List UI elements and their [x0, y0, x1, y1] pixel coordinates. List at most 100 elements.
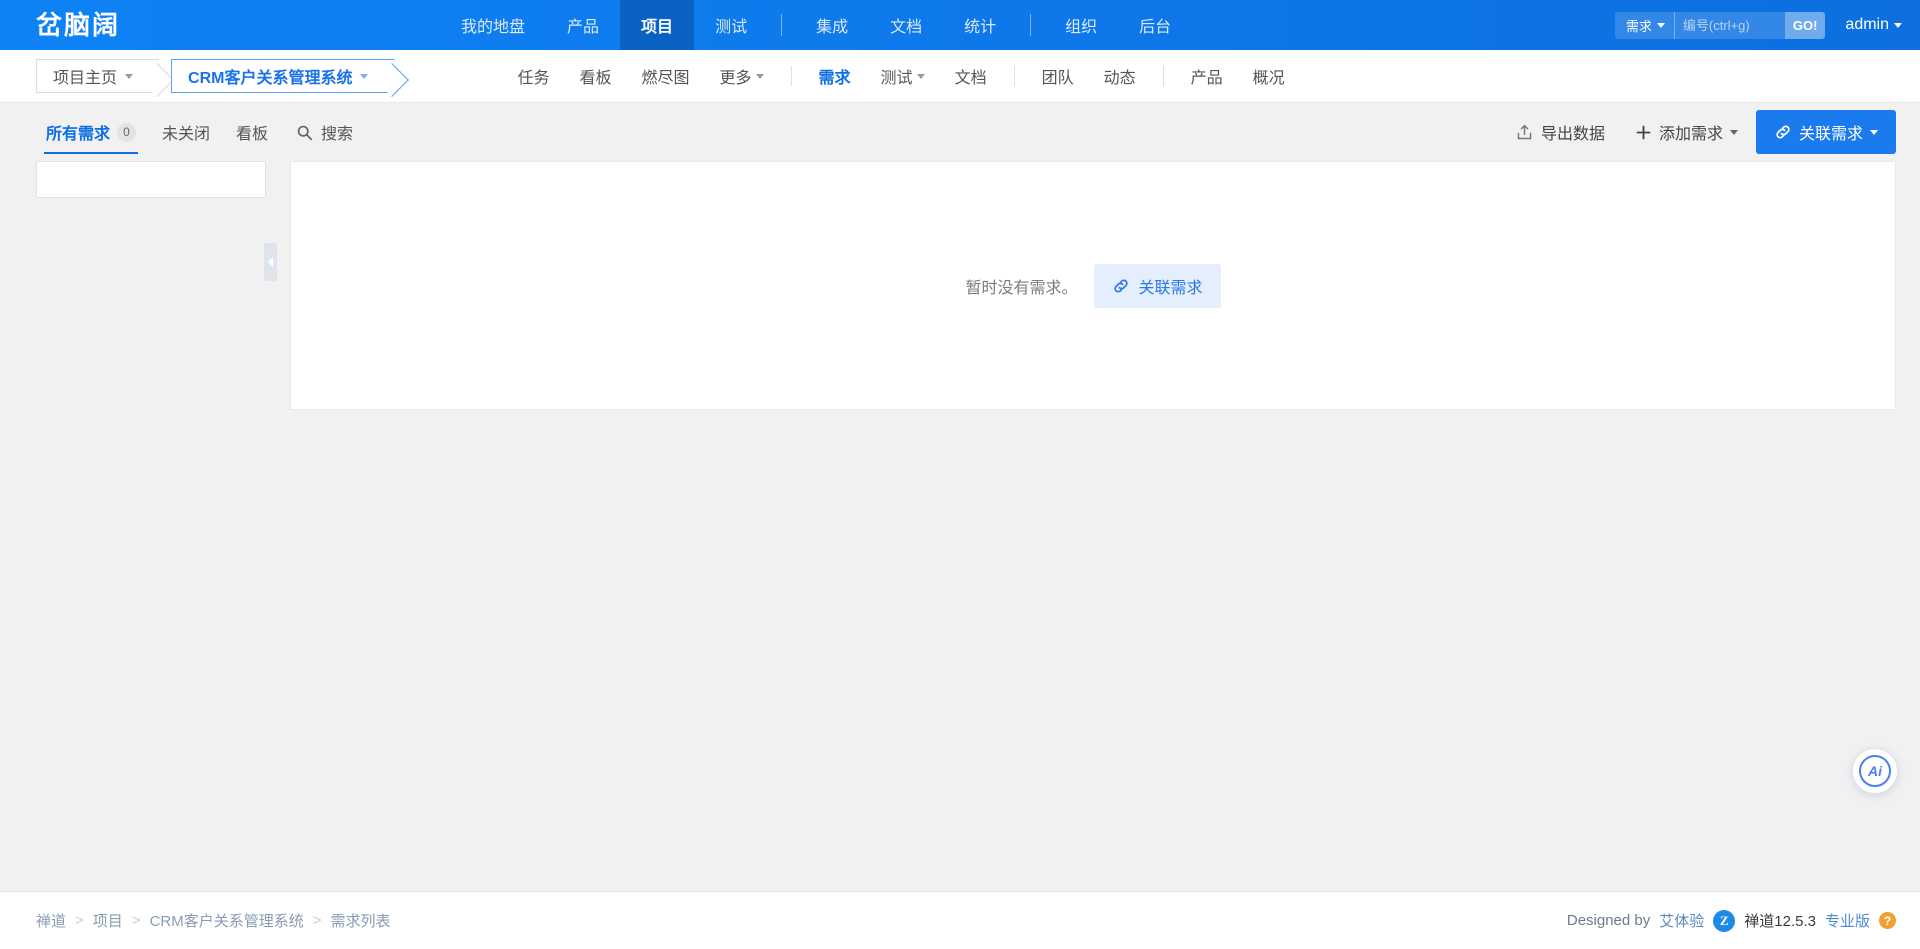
primary-nav: 我的地盘 产品 项目 测试 集成 文档 统计 组织 后台	[440, 0, 1192, 50]
nav-item-1[interactable]: 产品	[546, 0, 620, 50]
project-nav-item-10[interactable]: 概况	[1238, 50, 1300, 103]
search-toggle[interactable]: 搜索	[286, 114, 363, 150]
export-icon	[1515, 123, 1534, 142]
search-icon	[296, 124, 313, 141]
product-version-label: 禅道12.5.3	[1744, 913, 1816, 930]
nav-item-3[interactable]: 测试	[694, 0, 768, 50]
view-tab-label: 看板	[236, 126, 269, 143]
breadcrumb-item-1[interactable]: CRM客户关系管理系统	[171, 59, 395, 93]
zentao-logo-icon: Z	[1713, 909, 1736, 932]
nav-item-8[interactable]: 后台	[1118, 0, 1192, 50]
footer-breadcrumb-item-1[interactable]: 项目	[93, 910, 123, 931]
project-nav-item-6[interactable]: 文档	[940, 50, 1002, 103]
chevron-down-icon	[916, 73, 925, 79]
footer-breadcrumb: 禅道 > 项目 > CRM客户关系管理系统 > 需求列表	[36, 910, 391, 931]
nav-item-7[interactable]: 组织	[1044, 0, 1118, 50]
chevron-down-icon	[1894, 22, 1902, 28]
add-story-button[interactable]: 添加需求	[1623, 112, 1750, 152]
nav-divider	[781, 14, 783, 36]
header-right-area: 需求 GO! admin	[1614, 0, 1902, 50]
list-toolbar: 所有需求 0 未关闭 看板 搜索 导出数据 添加需求 关联需求	[0, 103, 1920, 161]
global-search: 需求 GO!	[1614, 11, 1826, 39]
breadcrumb-item-0[interactable]: 项目主页	[36, 59, 160, 93]
link-icon	[1112, 277, 1130, 295]
project-nav-label: 看板	[579, 70, 612, 87]
project-nav-item-8[interactable]: 动态	[1089, 50, 1151, 103]
project-nav-label: 概况	[1252, 70, 1285, 87]
link-story-label: 关联需求	[1798, 126, 1863, 143]
project-nav-item-4[interactable]: 需求	[804, 50, 866, 103]
chevron-down-icon	[1656, 22, 1665, 28]
nav-item-6[interactable]: 统计	[943, 0, 1017, 50]
tab-active-underline	[44, 152, 139, 154]
module-sidebar	[36, 161, 277, 410]
footer-breadcrumb-item-3[interactable]: 需求列表	[331, 910, 391, 931]
view-tabs: 所有需求 0 未关闭 看板	[36, 114, 278, 154]
nav-item-0[interactable]: 我的地盘	[440, 0, 546, 50]
help-icon[interactable]: ?	[1879, 912, 1896, 929]
view-tab-2[interactable]: 看板	[226, 114, 278, 150]
project-nav-item-3[interactable]: 更多	[705, 50, 779, 103]
ai-icon: Ai	[1859, 755, 1891, 787]
nav-item-5[interactable]: 文档	[869, 0, 943, 50]
project-nav-label: 产品	[1190, 70, 1223, 87]
search-input[interactable]	[1674, 11, 1785, 39]
app-logo[interactable]: 岔脑阔	[0, 0, 120, 50]
nav-item-4[interactable]: 集成	[795, 0, 869, 50]
project-bar: 项目主页 CRM客户关系管理系统 任务 看板 燃尽图 更多 需求 测试 文档 团队 动态 产品 概况	[0, 50, 1920, 103]
project-nav-label: 测试	[880, 70, 913, 87]
project-nav-label: 需求	[818, 70, 851, 87]
footer-breadcrumb-separator: >	[75, 912, 84, 929]
search-type-label: 需求	[1625, 18, 1652, 34]
sidebar-collapse-handle[interactable]	[264, 243, 277, 281]
link-icon	[1774, 123, 1792, 141]
chevron-left-icon	[268, 257, 273, 267]
footer-breadcrumb-item-2[interactable]: CRM客户关系管理系统	[150, 910, 304, 931]
search-type-dropdown[interactable]: 需求	[1615, 11, 1675, 39]
nav-item-2[interactable]: 项目	[620, 0, 695, 50]
chevron-down-icon	[1870, 129, 1878, 135]
designer-link[interactable]: 艾体验	[1659, 910, 1704, 931]
view-tab-label: 未关闭	[162, 126, 211, 143]
empty-state-text: 暂时没有需求。	[965, 279, 1078, 297]
chevron-down-icon	[125, 73, 134, 79]
project-nav-label: 团队	[1041, 70, 1074, 87]
plus-icon	[1635, 124, 1652, 141]
add-story-label: 添加需求	[1658, 126, 1723, 143]
chevron-down-icon	[755, 73, 764, 79]
breadcrumb-label: 项目主页	[53, 70, 118, 87]
breadcrumb: 项目主页 CRM客户关系管理系统	[0, 57, 395, 95]
export-data-label: 导出数据	[1540, 126, 1605, 143]
ai-assistant-button[interactable]: Ai	[1852, 748, 1898, 794]
module-tree-card[interactable]	[36, 161, 266, 198]
empty-state: 暂时没有需求。 关联需求	[965, 263, 1221, 308]
project-nav-item-2[interactable]: 燃尽图	[627, 50, 705, 103]
view-tab-0[interactable]: 所有需求 0	[36, 114, 146, 154]
project-nav-label: 任务	[517, 70, 550, 87]
user-menu[interactable]: admin	[1845, 16, 1902, 34]
content-area: 暂时没有需求。 关联需求	[0, 161, 1920, 410]
breadcrumb-label: CRM客户关系管理系统	[188, 70, 353, 87]
chevron-down-icon	[1729, 129, 1738, 135]
project-nav-item-7[interactable]: 团队	[1027, 50, 1089, 103]
search-go-button[interactable]: GO!	[1784, 11, 1826, 39]
view-tab-1[interactable]: 未关闭	[152, 114, 220, 150]
export-data-button[interactable]: 导出数据	[1503, 112, 1617, 152]
footer-breadcrumb-separator: >	[312, 912, 322, 929]
project-nav-label: 更多	[719, 70, 752, 87]
empty-link-story-label: 关联需求	[1138, 279, 1203, 297]
project-nav-divider	[1013, 66, 1015, 86]
project-nav-item-0[interactable]: 任务	[502, 50, 564, 103]
project-nav-item-5[interactable]: 测试	[866, 50, 940, 103]
link-story-button[interactable]: 关联需求	[1755, 110, 1896, 154]
project-nav-label: 文档	[954, 70, 987, 87]
project-nav-divider	[1162, 66, 1164, 86]
footer: 禅道 > 项目 > CRM客户关系管理系统 > 需求列表 Designed by 艾体验 Z…	[0, 891, 1920, 949]
project-nav-item-9[interactable]: 产品	[1176, 50, 1238, 103]
tab-count-badge: 0	[117, 122, 137, 142]
project-nav-item-1[interactable]: 看板	[564, 50, 626, 103]
edition-label: 专业版	[1824, 913, 1870, 930]
empty-link-story-button[interactable]: 关联需求	[1093, 263, 1221, 308]
top-header: 岔脑阔 我的地盘产品项目测试集成文档统计组织后台 需求 GO! admin	[0, 0, 1920, 50]
footer-breadcrumb-item-0[interactable]: 禅道	[36, 910, 66, 931]
